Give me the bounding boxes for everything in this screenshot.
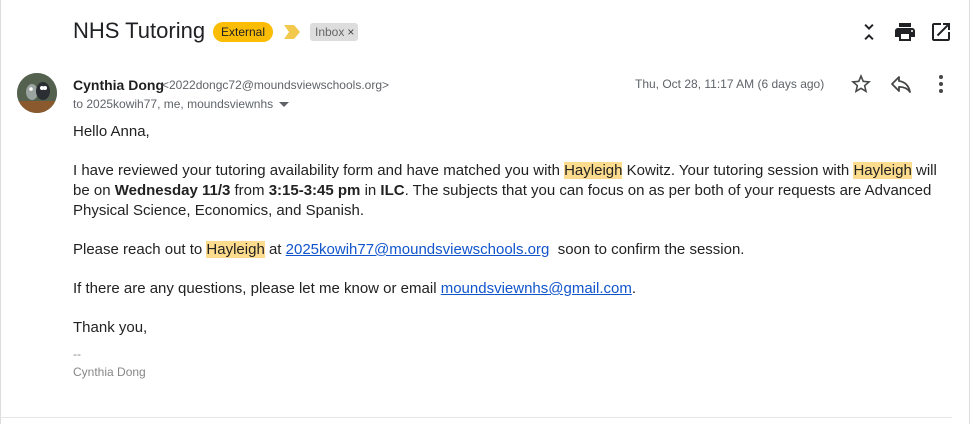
remove-label-icon[interactable]: × (347, 25, 354, 39)
text-span: from (230, 182, 269, 199)
thread-subject: NHS Tutoring (73, 18, 206, 43)
text-span: in (360, 182, 381, 199)
highlighted-name: Hayleigh (206, 241, 265, 258)
text-span: soon to confirm the session. (549, 241, 745, 258)
text-span: I have reviewed your tutoring availabili… (73, 162, 565, 179)
label-inbox[interactable]: Inbox × (310, 23, 359, 41)
print-icon[interactable] (893, 20, 917, 44)
recipients-line: to 2025kowih77, me, moundsviewnhs (73, 96, 290, 112)
avatar-image (17, 73, 57, 113)
sender-avatar[interactable] (17, 73, 57, 113)
highlighted-name: Hayleigh (853, 162, 912, 179)
paragraph-match: I have reviewed your tutoring availabili… (73, 161, 953, 221)
text-span: . (631, 280, 637, 297)
recipients-text: to 2025kowih77, me, moundsviewnhs (73, 97, 274, 111)
paragraph-contact: Please reach out to Hayleigh at 2025kowi… (73, 240, 953, 260)
greeting: Hello Anna, (73, 123, 150, 140)
session-time: 3:15-3:45 pm (268, 182, 361, 199)
signature-separator: -- (73, 347, 81, 361)
importance-marker-icon[interactable] (284, 25, 300, 39)
star-icon[interactable] (849, 72, 873, 96)
show-details-caret-icon[interactable] (279, 101, 290, 107)
closing: Thank you, (73, 319, 148, 336)
message-body: Hello Anna, I have reviewed your tutorin… (73, 122, 953, 381)
text-span: Please reach out to (73, 241, 207, 258)
text-span: Kowitz. Your tutoring session with (622, 162, 854, 179)
highlighted-name: Hayleigh (564, 162, 623, 179)
reply-icon[interactable] (889, 72, 913, 96)
text-span: at (264, 241, 286, 258)
message-date: Thu, Oct 28, 11:17 AM (6 days ago) (635, 77, 825, 91)
unfold-less-icon[interactable] (857, 20, 881, 44)
nhs-email-link[interactable]: moundsviewnhs@gmail.com (441, 280, 632, 297)
sender-email: <2022dongc72@moundsviewschools.org> (162, 78, 389, 92)
divider (0, 417, 952, 418)
session-place: ILC (380, 182, 405, 199)
open-in-new-icon[interactable] (929, 20, 953, 44)
label-external[interactable]: External (213, 22, 274, 42)
sender-name: Cynthia Dong (73, 77, 164, 93)
tutor-email-link[interactable]: 2025kowih77@moundsviewschools.org (286, 241, 550, 258)
signature-name: Cynthia Dong (73, 365, 146, 379)
paragraph-questions: If there are any questions, please let m… (73, 279, 953, 299)
label-inbox-text: Inbox (315, 25, 345, 39)
more-vert-icon[interactable] (929, 72, 953, 96)
text-span: If there are any questions, please let m… (73, 280, 441, 297)
session-day: Wednesday 11/3 (114, 182, 231, 199)
